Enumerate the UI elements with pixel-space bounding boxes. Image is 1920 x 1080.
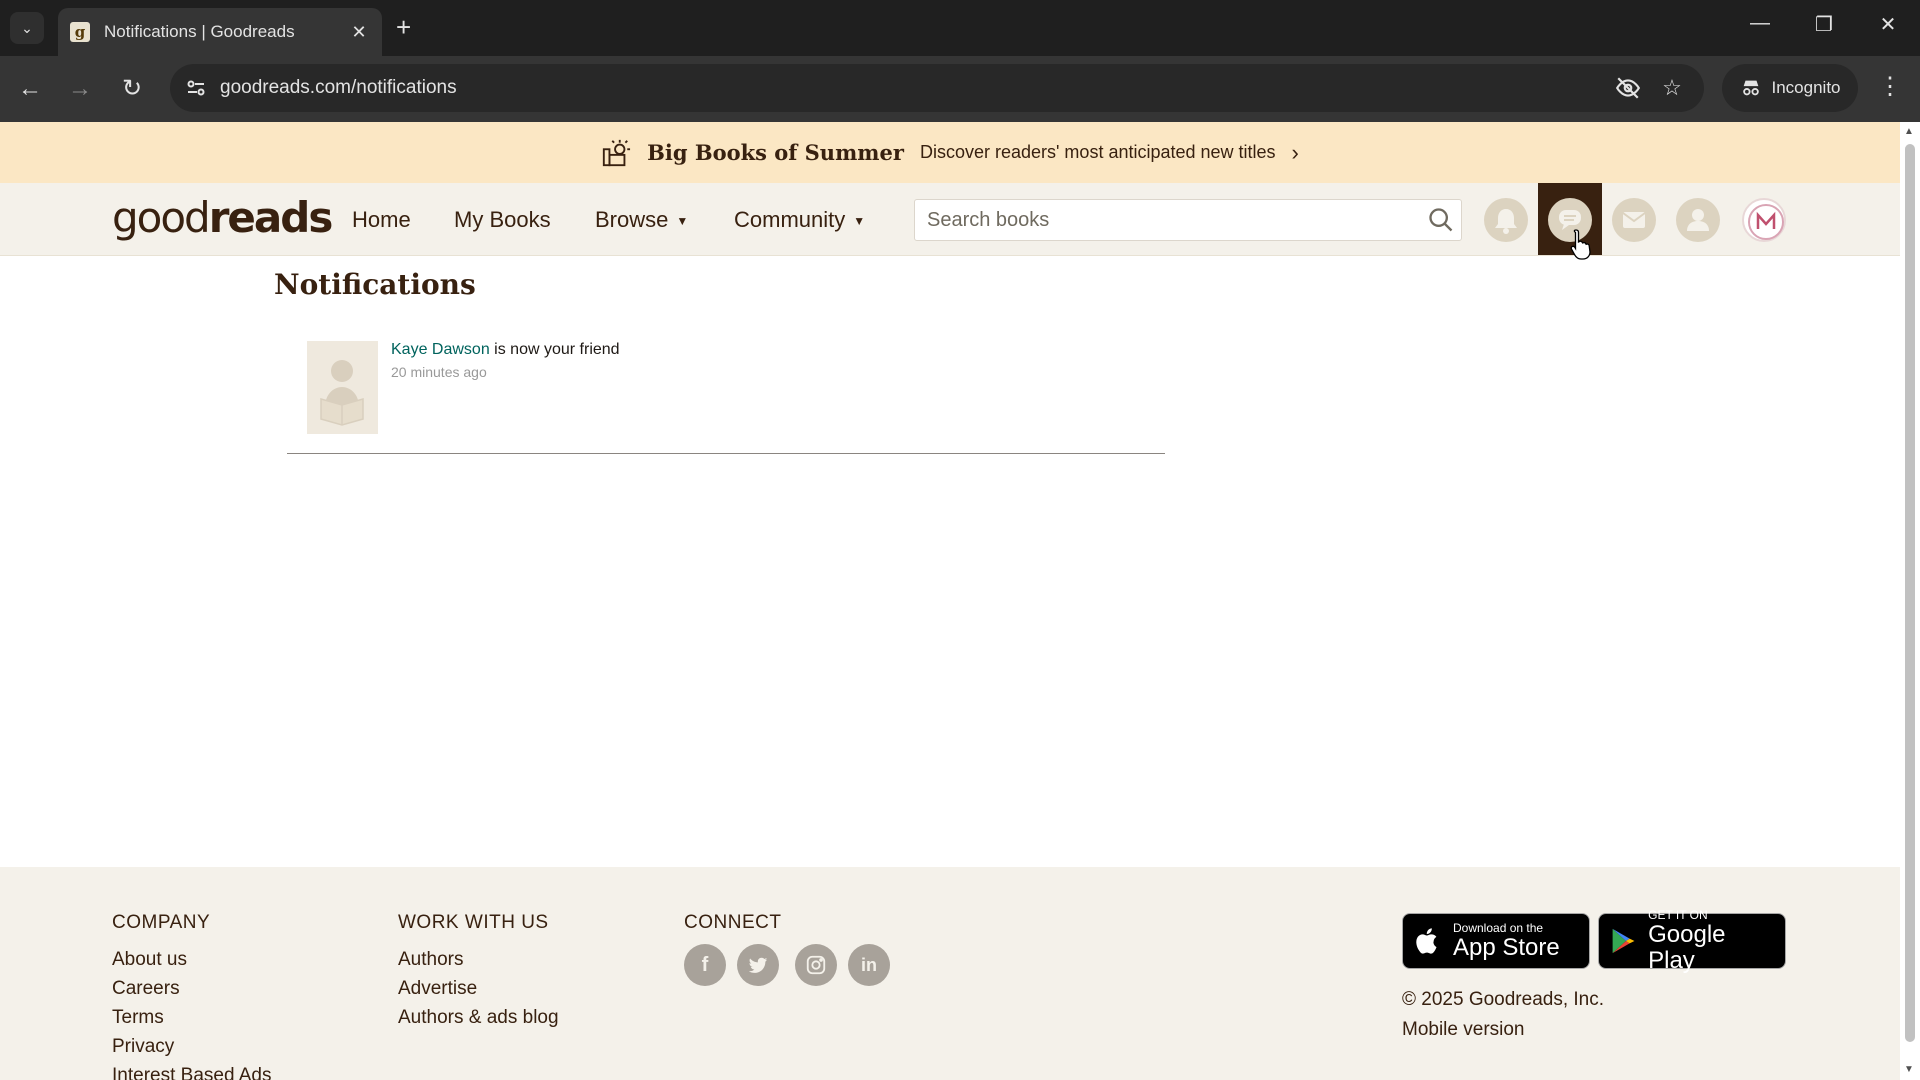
- footer-link-careers[interactable]: Careers: [112, 978, 180, 1000]
- footer-company-heading: COMPANY: [112, 912, 211, 933]
- footer-link-advertise[interactable]: Advertise: [398, 978, 477, 1000]
- forward-icon[interactable]: →: [64, 74, 96, 104]
- footer-link-privacy[interactable]: Privacy: [112, 1036, 174, 1058]
- user-avatar-placeholder[interactable]: [307, 341, 378, 434]
- search-icon[interactable]: [1427, 206, 1455, 234]
- app-store-button[interactable]: Download on the App Store: [1402, 913, 1590, 969]
- banner-text: Discover readers' most anticipated new t…: [919, 142, 1276, 162]
- mobile-version-link[interactable]: Mobile version: [1402, 1019, 1525, 1041]
- reader-silhouette-icon: [320, 360, 364, 426]
- page-scrollbar[interactable]: ▲ ▼: [1900, 122, 1920, 1080]
- url-text: goodreads.com/notifications: [220, 77, 457, 98]
- reload-icon[interactable]: ↻: [116, 74, 148, 104]
- divider: [287, 453, 1165, 454]
- eye-off-icon[interactable]: [1614, 75, 1642, 101]
- apple-icon: [1416, 928, 1437, 954]
- search-input[interactable]: [915, 200, 1395, 240]
- twitter-icon[interactable]: [737, 944, 779, 986]
- notification-text: is now your friend: [494, 341, 620, 358]
- friends-icon[interactable]: [1676, 198, 1720, 242]
- footer-link-terms[interactable]: Terms: [112, 1007, 164, 1029]
- incognito-icon: [1742, 80, 1759, 96]
- google-play-small-text: GET IT ON: [1648, 907, 1708, 922]
- footer-link-about[interactable]: About us: [112, 949, 187, 971]
- footer-link-ads-blog[interactable]: Authors & ads blog: [398, 1007, 559, 1029]
- bookmark-star-icon[interactable]: ☆: [1658, 75, 1686, 101]
- app-store-small-text: Download on the: [1453, 920, 1544, 935]
- notification-user-link[interactable]: Kaye Dawson: [391, 341, 490, 358]
- google-play-icon: [1612, 928, 1635, 954]
- nav-community[interactable]: Community ▼: [734, 207, 865, 233]
- logo-part-light: good: [112, 193, 211, 242]
- linkedin-icon[interactable]: in: [848, 944, 890, 986]
- notification-message: Kaye Dawson is now your friend: [391, 341, 620, 359]
- incognito-indicator[interactable]: Incognito: [1722, 64, 1858, 112]
- incognito-label: Incognito: [1771, 78, 1841, 97]
- close-window-icon[interactable]: ✕: [1868, 12, 1908, 37]
- copyright-text: © 2025 Goodreads, Inc.: [1402, 989, 1605, 1010]
- promo-banner[interactable]: Big Books of Summer Discover readers' mo…: [0, 122, 1900, 183]
- site-settings-icon[interactable]: [184, 76, 208, 100]
- browser-tab-bar: ⌄ g Notifications | Goodreads ✕ + — ❐ ✕: [0, 0, 1920, 56]
- site-header: goodreads Home My Books Browse ▼ Communit…: [0, 183, 1900, 256]
- app-store-big-text: App Store: [1453, 933, 1560, 961]
- browser-tab[interactable]: g Notifications | Goodreads ✕: [58, 8, 382, 56]
- nav-home[interactable]: Home: [352, 207, 411, 233]
- profile-avatar[interactable]: [1742, 198, 1786, 242]
- notifications-bell-icon[interactable]: [1484, 198, 1528, 242]
- google-play-button[interactable]: GET IT ON Google Play: [1598, 908, 1786, 973]
- scroll-up-arrow-icon[interactable]: ▲: [1904, 126, 1914, 137]
- close-tab-icon[interactable]: ✕: [348, 22, 370, 43]
- footer-link-interest-ads[interactable]: Interest Based Ads: [112, 1065, 272, 1080]
- nav-browse[interactable]: Browse ▼: [595, 207, 688, 233]
- caret-down-icon: ▼: [853, 214, 866, 229]
- scrollbar-thumb[interactable]: [1905, 144, 1915, 1042]
- google-play-big-text: Google Play: [1648, 920, 1726, 974]
- notification-timestamp: 20 minutes ago: [391, 364, 487, 380]
- search-box: [914, 199, 1462, 241]
- nav-browse-label: Browse: [595, 207, 669, 232]
- caret-down-icon: ▼: [676, 214, 689, 229]
- facebook-icon[interactable]: f: [684, 944, 726, 986]
- mouse-cursor-icon: [1570, 229, 1591, 260]
- footer-connect-heading: CONNECT: [684, 912, 782, 933]
- messages-envelope-icon[interactable]: [1612, 198, 1656, 242]
- footer-link-authors[interactable]: Authors: [398, 949, 463, 971]
- footer-work-heading: WORK WITH US: [398, 912, 549, 933]
- logo-part-bold: reads: [208, 193, 334, 242]
- back-icon[interactable]: ←: [14, 74, 46, 104]
- goodreads-logo[interactable]: goodreads: [112, 193, 334, 242]
- chevron-right-icon: ›: [1291, 139, 1299, 165]
- address-bar[interactable]: goodreads.com/notifications ☆: [170, 64, 1704, 112]
- more-options-icon[interactable]: ⋮: [1878, 72, 1902, 102]
- chevron-down-icon: ⌄: [21, 19, 33, 36]
- site-footer: COMPANY About us Careers Terms Privacy I…: [0, 867, 1900, 1080]
- sun-book-icon: [603, 139, 631, 166]
- new-tab-button[interactable]: +: [396, 14, 411, 40]
- browser-toolbar: ← → ↻ goodreads.com/notifications ☆ Inco…: [0, 56, 1920, 122]
- nav-community-label: Community: [734, 207, 846, 232]
- minimize-icon[interactable]: —: [1740, 12, 1780, 35]
- restore-icon[interactable]: ❐: [1804, 12, 1844, 37]
- tab-search-button[interactable]: ⌄: [10, 12, 44, 44]
- instagram-icon[interactable]: [795, 944, 837, 986]
- banner-title: Big Books of Summer: [647, 140, 904, 165]
- nav-my-books[interactable]: My Books: [454, 207, 551, 233]
- scroll-down-arrow-icon[interactable]: ▼: [1904, 1064, 1914, 1075]
- goodreads-favicon-icon: g: [70, 22, 90, 42]
- tab-title: Notifications | Goodreads: [104, 22, 295, 41]
- page-title: Notifications: [274, 268, 476, 301]
